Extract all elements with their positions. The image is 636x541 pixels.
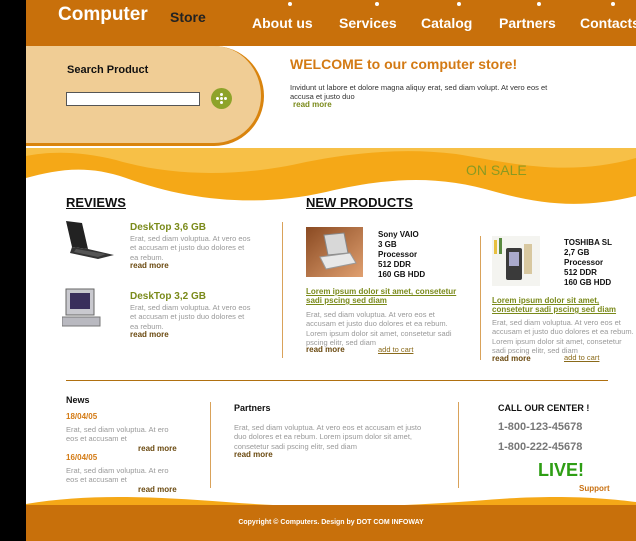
product-1-add-to-cart-link[interactable]: add to cart [378,345,413,354]
call-center-title: CALL OUR CENTER ! [498,403,590,413]
on-sale-label: ON SALE [466,162,527,178]
news-1-text: Erat, sed diam voluptua. At ero eos et a… [66,425,169,444]
nav-about-us[interactable]: About us [252,15,313,31]
nav-dot [375,2,379,6]
logo-sub-text[interactable]: Store [170,9,206,25]
product-2-spec-ddr: 512 DDR [564,268,597,277]
news-2-text: Erat, sed diam voluptua. At ero eos et a… [66,466,169,485]
partners-read-more-link[interactable]: read more [234,450,273,459]
arrow-go-icon-dot [224,97,227,100]
product-1-text: Erat, sed diam voluptua. At vero eos et … [306,310,452,347]
product-1-spec-ddr: 512 DDR [378,260,411,269]
product-1-spec-processor: Processor [378,250,418,259]
partners-text: Erat, sed diam voluptua. At vero eos et … [234,423,422,451]
news-1-date: 18/04/05 [66,412,98,421]
product-2-text: Erat, sed diam voluptua. At vero eos et … [492,318,634,355]
product-2-link-title[interactable]: Lorem ipsum dolor sit amet, consetetur s… [492,296,634,314]
product-1-link-title[interactable]: Lorem ipsum dolor sit amet, consetetur s… [306,287,466,305]
nav-services[interactable]: Services [339,15,397,31]
new-products-title: NEW PRODUCTS [306,195,413,210]
product-2-read-more-link[interactable]: read more [492,354,531,363]
logo-main-text[interactable]: Computer [58,4,148,26]
product-2-add-to-cart-link[interactable]: add to cart [564,353,599,362]
arrow-go-icon-dot [220,101,223,104]
welcome-title: WELCOME to our computer store! [290,56,518,72]
sony-vaio-laptop-icon[interactable] [306,227,363,277]
desktop-computer-icon[interactable] [62,287,102,329]
nav-dot [537,2,541,6]
partners-title: Partners [234,403,271,413]
nav-partners[interactable]: Partners [499,15,556,31]
copyright-text: Copyright © Computers. Design by DOT COM… [238,519,424,526]
section-divider [66,380,608,381]
news-1-read-more-link[interactable]: read more [138,444,177,453]
review-2-read-more-link[interactable]: read more [130,330,169,339]
welcome-read-more-link[interactable]: read more [293,100,332,109]
review-1-read-more-link[interactable]: read more [130,261,169,270]
product-1-spec-ram: 3 GB [378,240,397,249]
phone-number-2[interactable]: 1-800-222-45678 [498,441,582,453]
product-1-spec-name: Sony VAIO [378,230,419,239]
column-divider [458,402,459,488]
column-divider [480,236,481,360]
product-1-read-more-link[interactable]: read more [306,345,345,354]
review-1-text: Erat, sed diam voluptua. At vero eos et … [130,234,251,262]
news-2-date: 16/04/05 [66,453,98,462]
column-divider [210,402,211,488]
news-title: News [66,395,90,405]
phone-number-1[interactable]: 1-800-123-45678 [498,421,582,433]
nav-dot [611,2,615,6]
product-2-spec-name: TOSHIBA SL [564,238,613,247]
product-1-spec-hdd: 160 GB HDD [378,270,426,279]
laptop-icon[interactable] [62,219,118,261]
search-go-button[interactable] [211,88,232,109]
nav-catalog[interactable]: Catalog [421,15,472,31]
welcome-text: Invidunt ut labore et dolore magna aliqu… [290,83,548,101]
review-2-text: Erat, sed diam voluptua. At vero eos et … [130,303,251,331]
product-2-spec-processor: Processor [564,258,604,267]
page: Computer Store About us Services Catalog… [26,0,636,541]
product-2-spec-hdd: 160 GB HDD [564,278,612,287]
arrow-go-icon [220,93,223,96]
toshiba-pda-icon[interactable] [492,236,540,286]
product-2-specs: TOSHIBA SL 2,7 GB Processor 512 DDR 160 … [564,238,612,288]
nav-contacts[interactable]: Contacts [580,15,636,31]
product-2-spec-ram: 2,7 GB [564,248,590,257]
review-1-title[interactable]: DeskTop 3,6 GB [130,222,206,233]
arrow-go-icon-dot [216,97,219,100]
review-2-title[interactable]: DeskTop 3,2 GB [130,291,206,302]
product-1-specs: Sony VAIO 3 GB Processor 512 DDR 160 GB … [378,230,425,280]
column-divider [282,222,283,358]
search-input[interactable] [66,92,200,106]
nav-dot [457,2,461,6]
arrow-go-icon-dot [220,97,223,100]
search-label: Search Product [67,64,149,76]
live-label: LIVE! [538,460,585,480]
reviews-title: REVIEWS [66,195,126,210]
nav-dot [288,2,292,6]
